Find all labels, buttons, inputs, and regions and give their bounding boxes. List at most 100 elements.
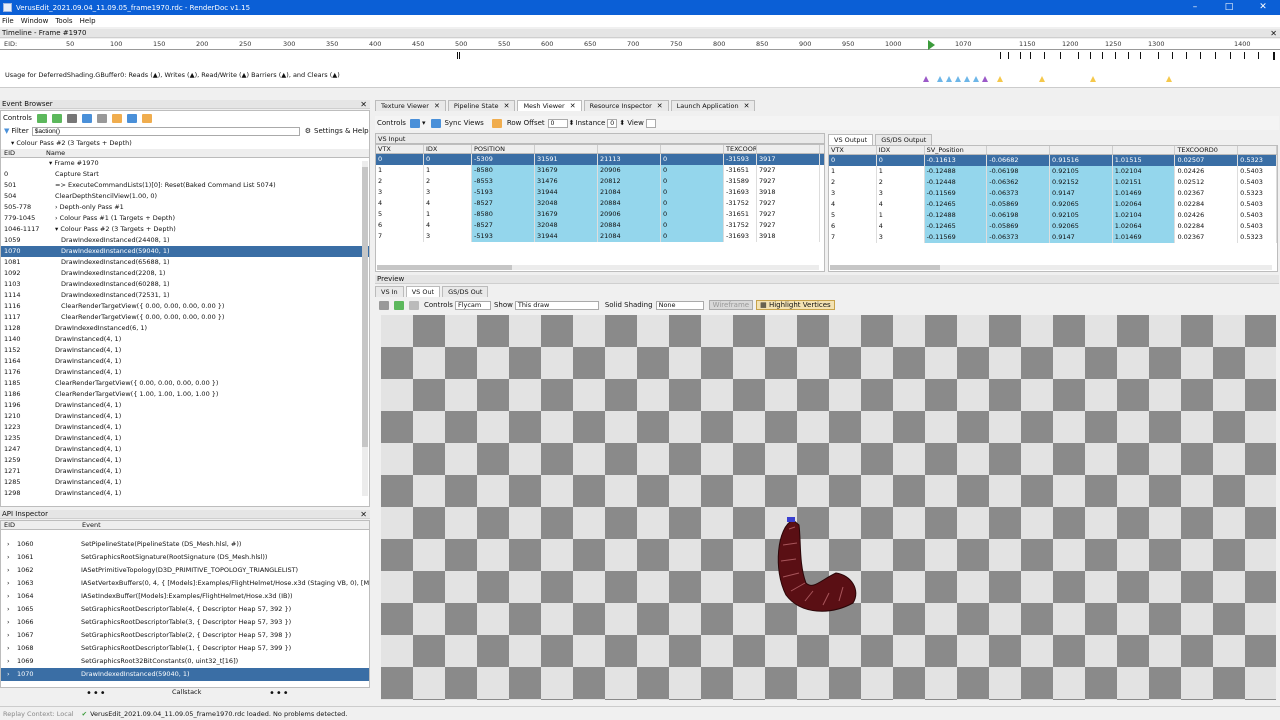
event-row[interactable]: 1070 DrawIndexedInstanced(59040, 1) [1,246,369,257]
view-input[interactable] [645,118,656,128]
expand-arrow-icon[interactable]: › [1,551,13,564]
event-row[interactable]: 1247 DrawInstanced(4, 1) [1,444,369,455]
more-dots-icon[interactable]: ••• [269,688,290,699]
gear-icon[interactable]: ⚙ [305,127,311,135]
event-row[interactable]: 1128 DrawIndexedInstanced(6, 1) [1,323,369,334]
close-icon[interactable]: ✕ [1246,0,1280,15]
spin-icon[interactable]: ⬍ [619,119,625,127]
table-row[interactable]: 1 1 -0.12488 -0.06198 0.92105 1.02104 0.02426 0… [829,166,1277,177]
tab-vs-output[interactable]: VS Output [828,134,874,145]
bookmark-icon[interactable] [66,113,77,123]
event-row[interactable]: 1185 ClearRenderTargetView({ 0.00, 0.00, … [1,378,369,389]
table-row[interactable]: 7 3 -0.11569 -0.06373 0.9147 1.01469 0.02367 0.… [829,232,1277,243]
menu-window[interactable]: Window [21,17,49,25]
tab-gs-ds-output[interactable]: GS/DS Output [875,134,933,145]
usage-marker-icon[interactable] [923,76,929,82]
table-row[interactable]: 1 1 -8580 31679 20906 0 -31651 7927 [376,165,824,176]
prev-arrow-icon[interactable] [36,113,47,123]
solid-shading-select[interactable]: None [655,300,704,310]
expand-arrow-icon[interactable]: › [1,590,13,603]
column-header[interactable] [757,145,820,153]
api-row[interactable]: › 1067 SetGraphicsRootDescriptorTable(2, {… [1,629,369,642]
table-row[interactable]: 6 4 -0.12465 -0.05869 0.92065 1.02064 0.02284 0… [829,221,1277,232]
table-row[interactable]: 2 2 -0.12448 -0.06362 0.92152 1.02151 0.02512 0… [829,177,1277,188]
event-row[interactable]: ▾ Frame #1970 [1,158,369,169]
api-row[interactable]: › 1065 SetGraphicsRootDescriptorTable(4, {… [1,603,369,616]
refresh-icon[interactable] [394,300,404,310]
event-row[interactable]: 1059 DrawIndexedInstanced(24408, 1) [1,235,369,246]
api-row[interactable]: › 1069 SetGraphicsRoot32BitConstants(0, ui… [1,655,369,668]
event-row[interactable]: 1046-1117 ▾ Colour Pass #2 (3 Targets + D… [1,224,369,235]
column-header[interactable] [598,145,661,153]
tab-texture-viewer[interactable]: Texture Viewer ✕ [375,100,446,111]
tab-close-icon[interactable]: ✕ [504,101,510,112]
show-select[interactable]: This draw [514,300,599,310]
api-row[interactable]: › 1068 SetGraphicsRootDescriptorTable(1, {… [1,642,369,655]
vs-output-hscrollbar[interactable] [830,265,1272,270]
event-row[interactable]: 1116 ClearRenderTargetView({ 0.00, 0.00, … [1,301,369,312]
callstack-tab[interactable]: Callstack [172,688,201,696]
api-col-event-header[interactable]: Event [79,521,369,529]
api-row[interactable]: › 1061 SetGraphicsRootSignature(RootSignat… [1,551,369,564]
event-row[interactable]: 1186 ClearRenderTargetView({ 1.00, 1.00, … [1,389,369,400]
table-row[interactable]: 7 3 -5193 31944 21084 0 -31693 3918 [376,231,824,242]
usage-marker-icon[interactable] [964,76,970,82]
filter-input[interactable] [31,126,300,136]
column-header[interactable]: POSITION [472,145,535,153]
col-name-header[interactable]: Name [43,149,369,157]
wireframe-button[interactable]: Wireframe [708,300,754,310]
expand-arrow-icon[interactable]: › [1,655,13,668]
tab-resource-inspector[interactable]: Resource Inspector ✕ [583,100,669,111]
usage-marker-icon[interactable] [1090,76,1096,82]
expand-arrow-icon[interactable]: › [1,668,13,681]
usage-marker-icon[interactable] [946,76,952,82]
table-row[interactable]: 5 1 -8580 31679 20906 0 -31651 7927 [376,209,824,220]
highlight-icon[interactable] [491,118,502,128]
column-header[interactable]: TEXCOORD0 [1175,146,1239,154]
usage-marker-icon[interactable] [1039,76,1045,82]
column-header[interactable]: TEXCOORD [724,145,757,153]
usage-marker-icon[interactable] [997,76,1003,82]
next-arrow-icon[interactable] [51,113,62,123]
expand-arrow-icon[interactable]: › [1,629,13,642]
table-row[interactable]: 2 2 -8553 31476 20812 0 -31589 7927 [376,176,824,187]
event-row[interactable]: 1117 ClearRenderTargetView({ 0.00, 0.00, … [1,312,369,323]
event-row[interactable]: 501 => ExecuteCommandLists(1)[0]: Reset(B… [1,180,369,191]
column-header[interactable]: VTX [376,145,424,153]
event-row[interactable]: 1152 DrawInstanced(4, 1) [1,345,369,356]
row-offset-input[interactable] [547,118,568,128]
tab-vs-in[interactable]: VS In [375,286,404,297]
table-row[interactable]: 5 1 -0.12488 -0.06198 0.92105 1.02104 0.02426 0… [829,210,1277,221]
tab-mesh-viewer[interactable]: Mesh Viewer ✕ [517,100,582,111]
find-icon[interactable] [81,113,92,123]
event-row[interactable]: 1176 DrawInstanced(4, 1) [1,367,369,378]
api-col-eid-header[interactable]: EID [1,521,79,529]
column-header[interactable]: IDX [424,145,472,153]
event-row[interactable]: 1092 DrawIndexedInstanced(2208, 1) [1,268,369,279]
usage-marker-icon[interactable] [982,76,988,82]
column-header[interactable] [535,145,598,153]
timeline-close-icon[interactable]: ✕ [1270,29,1277,38]
event-row[interactable]: 1081 DrawIndexedInstanced(65688, 1) [1,257,369,268]
table-row[interactable]: 0 0 -5309 31591 21113 0 -31593 3917 [376,154,824,165]
settings-help-button[interactable]: Settings & Help [314,127,369,135]
grid-icon[interactable] [409,118,420,128]
tab-launch-application[interactable]: Launch Application ✕ [670,100,756,111]
event-row[interactable]: 779-1045 › Colour Pass #1 (1 Targets + De… [1,213,369,224]
table-row[interactable]: 4 4 -8527 32048 20884 0 -31752 7927 [376,198,824,209]
column-header[interactable] [987,146,1050,154]
tab-pipeline-state[interactable]: Pipeline State ✕ [447,100,516,112]
table-row[interactable]: 6 4 -8527 32048 20884 0 -31752 7927 [376,220,824,231]
dropdown-arrow-icon[interactable]: ▾ [422,119,426,127]
menu-help[interactable]: Help [80,17,96,25]
tab-gs-ds-out[interactable]: GS/DS Out [442,286,489,297]
event-row[interactable]: 1235 DrawInstanced(4, 1) [1,433,369,444]
maximize-icon[interactable]: □ [1212,0,1246,15]
column-header[interactable] [661,145,724,153]
event-list-scrollbar[interactable] [362,161,368,496]
event-row[interactable]: 1259 DrawInstanced(4, 1) [1,455,369,466]
settings-icon[interactable] [111,113,122,123]
scrollbar-thumb[interactable] [362,167,368,447]
event-row[interactable]: 1285 DrawInstanced(4, 1) [1,477,369,488]
api-row[interactable]: › 1070 DrawIndexedInstanced(59040, 1) [1,668,369,681]
